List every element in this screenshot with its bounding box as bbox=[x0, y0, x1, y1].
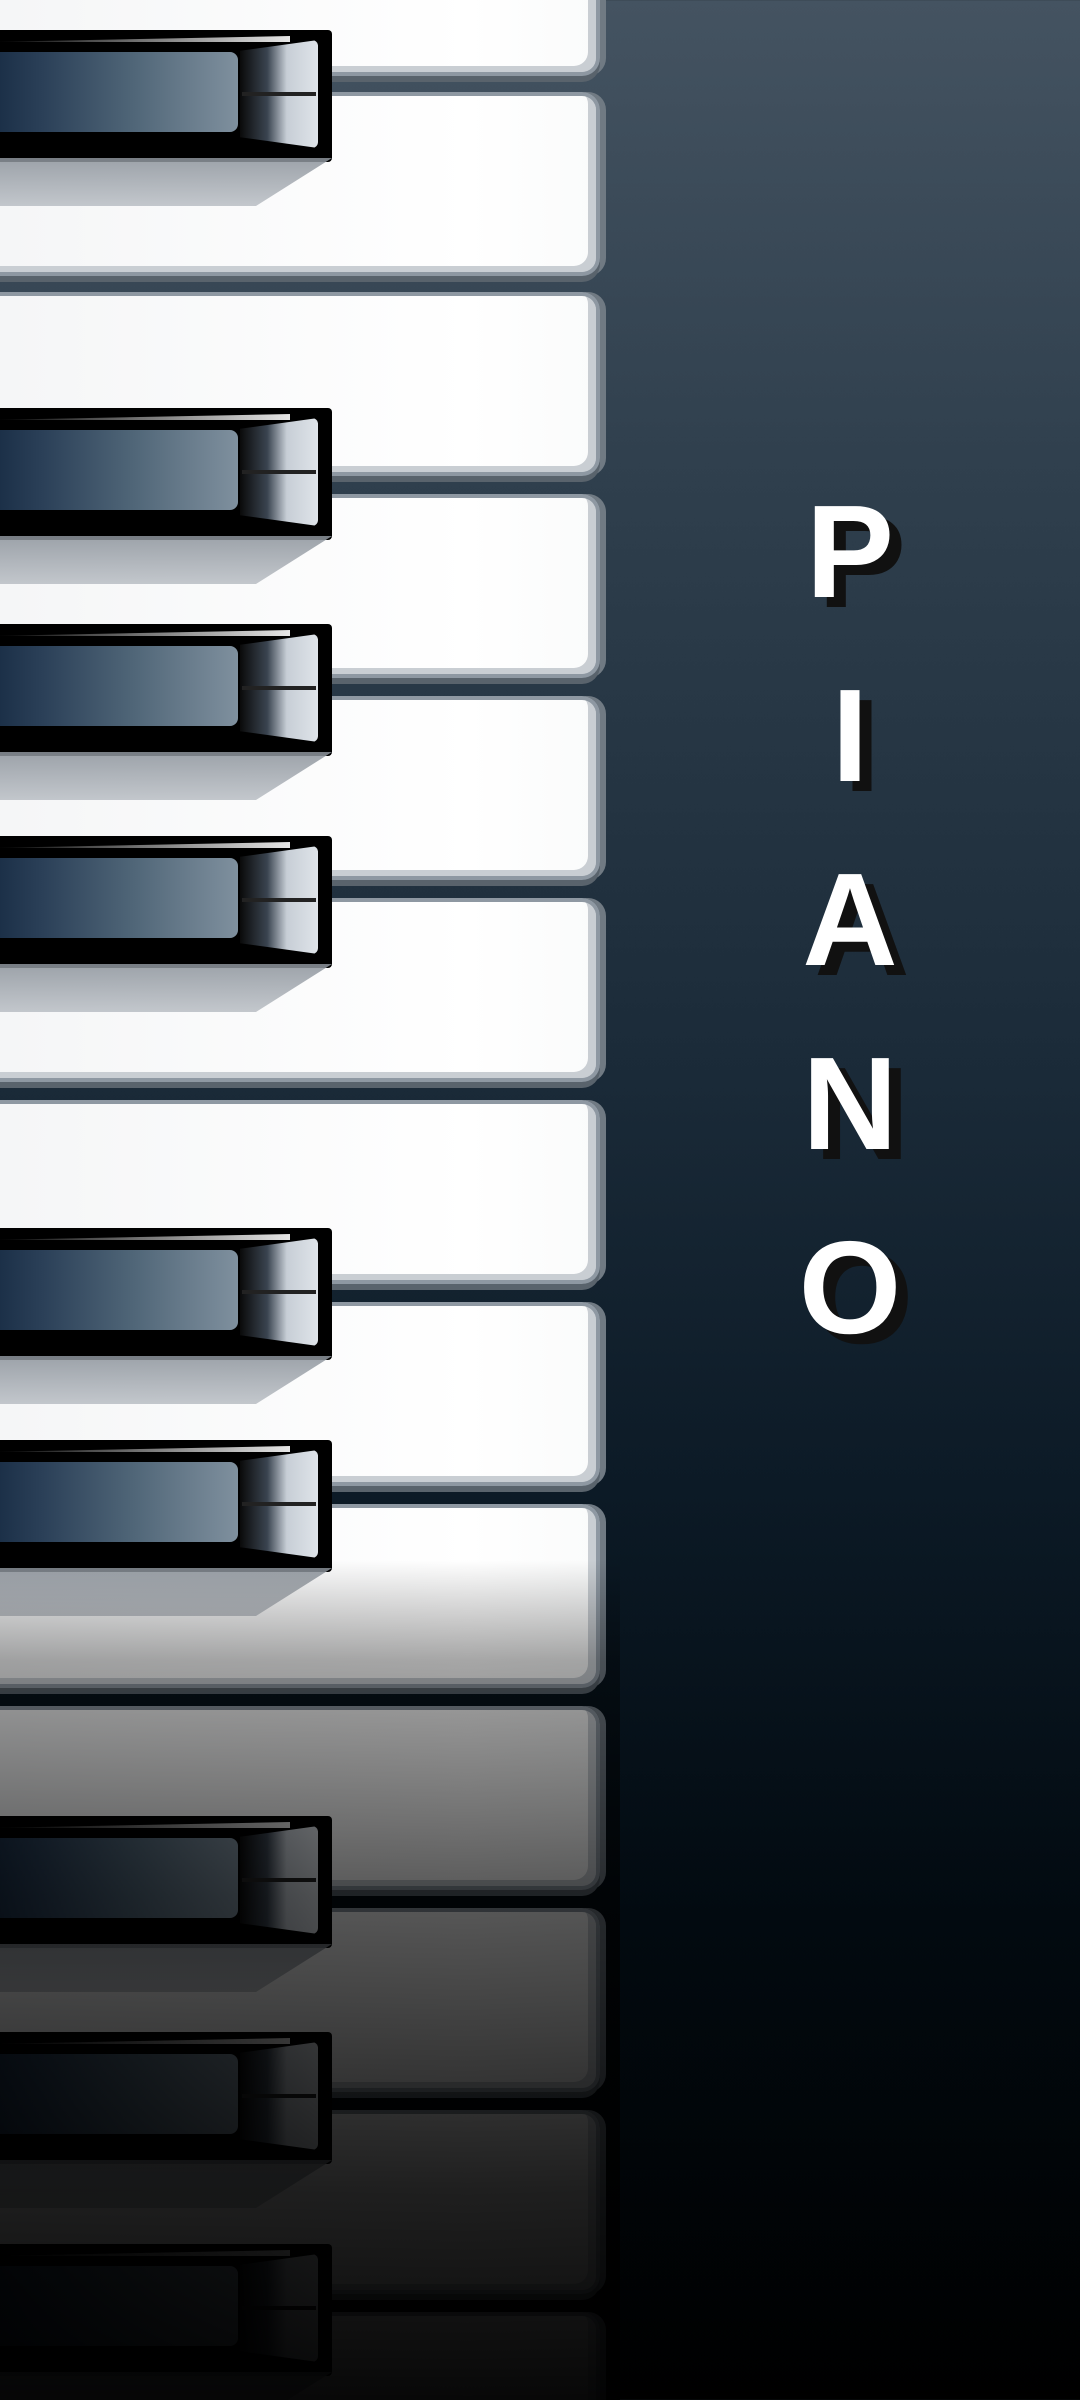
black-key-face bbox=[0, 2054, 238, 2134]
black-key-bevel bbox=[0, 414, 290, 420]
black-key-bevel bbox=[0, 1446, 290, 1452]
black-key-shadow bbox=[0, 2372, 332, 2400]
black-key-tip-line bbox=[242, 1502, 316, 1506]
black-key[interactable] bbox=[0, 2244, 332, 2400]
title-letter: P bbox=[805, 478, 895, 625]
black-key[interactable] bbox=[0, 30, 332, 206]
black-key-face bbox=[0, 1462, 238, 1542]
black-key-tip-line bbox=[242, 1878, 316, 1882]
black-key-face bbox=[0, 2266, 238, 2346]
black-key-bevel bbox=[0, 1822, 290, 1828]
black-key-face bbox=[0, 1250, 238, 1330]
black-key[interactable] bbox=[0, 836, 332, 1012]
black-key[interactable] bbox=[0, 408, 332, 584]
title-letter: N bbox=[802, 1030, 898, 1177]
black-key-bevel bbox=[0, 36, 290, 42]
title-letter: A bbox=[802, 846, 898, 993]
title-letter: O bbox=[798, 1214, 902, 1361]
black-key-bevel bbox=[0, 842, 290, 848]
black-key-tip-line bbox=[242, 470, 316, 474]
black-key-face bbox=[0, 52, 238, 132]
black-key-bevel bbox=[0, 2250, 290, 2256]
black-key-tip-line bbox=[242, 2094, 316, 2098]
black-key[interactable] bbox=[0, 1440, 332, 1616]
black-key[interactable] bbox=[0, 624, 332, 800]
black-key-bevel bbox=[0, 2038, 290, 2044]
black-key-bevel bbox=[0, 630, 290, 636]
black-key-tip-line bbox=[242, 898, 316, 902]
black-key[interactable] bbox=[0, 1816, 332, 1992]
app-title: P I A N O bbox=[780, 460, 920, 1380]
black-key-bevel bbox=[0, 1234, 290, 1240]
black-key[interactable] bbox=[0, 2032, 332, 2208]
piano-keyboard bbox=[0, 0, 620, 2400]
black-key-face bbox=[0, 858, 238, 938]
black-key[interactable] bbox=[0, 1228, 332, 1404]
black-key-face bbox=[0, 646, 238, 726]
black-key-tip-line bbox=[242, 92, 316, 96]
black-key-tip-line bbox=[242, 2306, 316, 2310]
black-key-tip-line bbox=[242, 1290, 316, 1294]
title-letter: I bbox=[831, 662, 869, 809]
black-key-face bbox=[0, 430, 238, 510]
black-key-tip-line bbox=[242, 686, 316, 690]
black-key-face bbox=[0, 1838, 238, 1918]
